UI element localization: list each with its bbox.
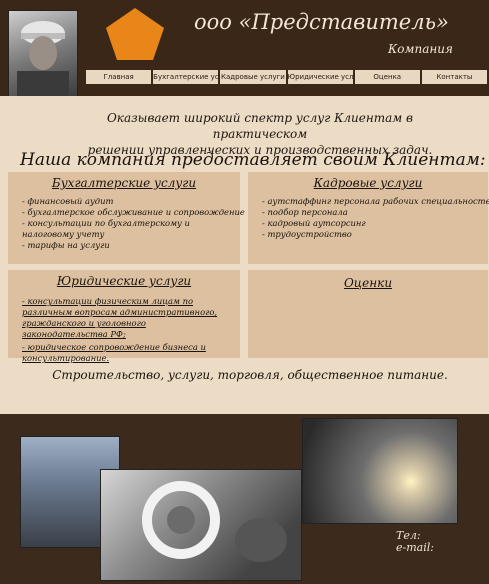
intro-line-1: Оказывает широкий спектр услуг Клиентам … [106,111,414,141]
header: ооо «Представитель» Компания Главная Бух… [0,0,489,110]
hr-title[interactable]: Кадровые услуги [248,172,488,190]
nav-item-accounting[interactable]: Бухгалтерские услуги [153,70,219,84]
list-item: - кадровый аутсорсинг [262,218,366,228]
hr-card: Кадровые услуги - аутстаффинг персонала … [248,172,489,264]
pentagon-logo-icon [106,8,164,60]
company-subtitle: Компания [388,42,453,56]
legal-card: Юридические услуги - консультации физиче… [8,270,240,363]
list-item: - бухгалтерское обслуживание и сопровожд… [22,207,245,217]
company-name: ооо «Представитель» [194,10,449,34]
footer: Тел: e-mail: [0,414,489,581]
nav-item-home[interactable]: Главная [86,70,152,84]
legal-paragraph-1: - консультации физическим лицам по разли… [22,296,218,339]
nav-item-hr[interactable]: Кадровые услуги [220,70,286,84]
services-headline: Наша компания предоставляет своим Клиент… [20,150,486,170]
list-item: - финансовый аудит [22,196,114,206]
email-label: e-mail: [396,541,434,554]
legal-title[interactable]: Юридические услуги [8,270,240,288]
nav-item-legal[interactable]: Юридические услуги [287,70,353,84]
tagline: Строительство, услуги, торговля, обществ… [52,368,448,382]
main-content: Оказывает широкий спектр услуг Клиентам … [0,96,489,414]
valuation-title[interactable]: Оценки [248,270,488,290]
list-item: - подбор персонала [262,207,348,217]
list-item: - трудоустройство [262,229,352,239]
contact-info: Тел: e-mail: [396,530,434,554]
hr-list: - аутстаффинг персонала рабочих специаль… [248,196,489,240]
nav-item-contacts[interactable]: Контакты [421,70,488,84]
accounting-card: Бухгалтерские услуги - финансовый аудит … [8,172,245,264]
list-item[interactable]: - тарифы на услуги [22,240,240,251]
accounting-title[interactable]: Бухгалтерские услуги [8,172,240,190]
main-navigation: Главная Бухгалтерские услуги Кадровые ус… [86,70,489,86]
list-item: - консультации по бухгалтерскому и налог… [22,218,190,239]
valuation-card: Оценки [248,270,488,358]
nav-item-valuation[interactable]: Оценка [354,70,420,84]
worker-photo [8,10,78,110]
gear-icon [142,481,287,562]
machine-part-image [100,469,302,581]
list-item: - аутстаффинг персонала рабочих специаль… [262,196,489,206]
accounting-list: - финансовый аудит - бухгалтерское обслу… [8,196,245,251]
legal-paragraph-2: - юридическое сопровождение бизнеса и ко… [22,342,206,363]
worker-figure-icon [17,21,69,109]
welding-sparks-image [302,418,458,524]
